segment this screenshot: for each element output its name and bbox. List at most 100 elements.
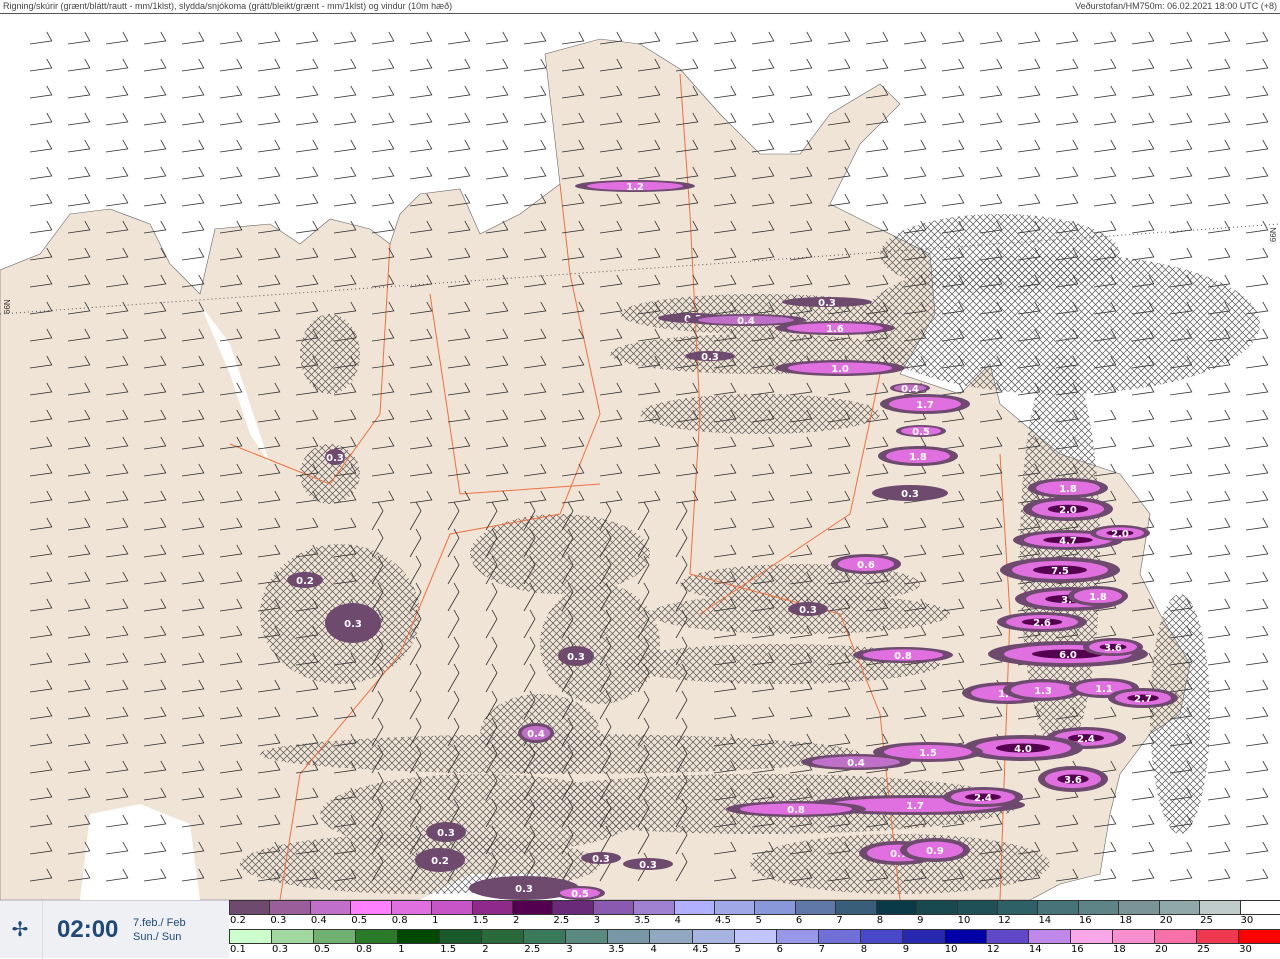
precip-cell[interactable]: 0.4: [801, 754, 911, 770]
rain-legend-swatch: [901, 929, 945, 944]
snow-legend-swatch: [552, 900, 594, 915]
rain-legend-swatch: [691, 929, 735, 944]
rain-legend-label: 10: [944, 944, 958, 955]
precip-value-label: 0.2: [296, 576, 314, 587]
precip-cell[interactable]: 0.3: [558, 646, 594, 666]
precip-value-label: 7.5: [1051, 566, 1069, 577]
precip-cell[interactable]: 0.9: [900, 838, 970, 862]
precip-cell[interactable]: 0.8: [853, 647, 953, 663]
snow-legend-label: 5: [755, 915, 762, 926]
snow-legend-swatch: [875, 900, 918, 915]
weather-map[interactable]: 66N 66N 1.2 0.3 0.3 0.4 1.6 0.3 1.0 1.7 0.5 1.8 0.…: [0, 14, 1280, 900]
snow-legend-swatch: [714, 900, 756, 915]
precip-value-label: 1.1: [1095, 684, 1113, 695]
precip-cell[interactable]: 1.8: [1028, 478, 1108, 498]
rain-legend-swatch: [397, 929, 441, 944]
precip-cell[interactable]: 2.7: [1108, 688, 1178, 708]
rain-legend-label: 12: [986, 944, 1000, 955]
snow-legend-swatch: [431, 900, 473, 915]
snow-legend-swatch: [350, 900, 392, 915]
snow-legend-swatch: [229, 900, 271, 915]
snow-legend-label: 10: [957, 915, 971, 926]
rain-legend-swatch: [355, 929, 399, 944]
rain-legend-swatch: [1154, 929, 1198, 944]
rain-legend-swatch: [523, 929, 567, 944]
snow-legend-swatch: [673, 900, 716, 915]
latitude-label-right: 66N: [1269, 227, 1278, 242]
rain-legend-label: 2: [482, 944, 489, 955]
color-legend: 0.2 0.3 0.4 0.5 0.8 1 1.5 2 2.5 3 3.5 4 4.5 5 6 7 8 9 10 12…: [229, 900, 1280, 958]
precip-cell[interactable]: 0.4: [518, 723, 554, 743]
precip-cell[interactable]: 0.3: [788, 602, 828, 616]
hatch-area: [1150, 594, 1210, 834]
precip-cell[interactable]: 2.0: [1090, 525, 1150, 541]
precip-cell[interactable]: 3.6: [1083, 638, 1143, 656]
precip-value-label: 0.4: [737, 316, 755, 327]
precip-value-label: 2.6: [1033, 618, 1051, 629]
snow-legend-swatch: [794, 900, 837, 915]
precip-cell[interactable]: 7.5: [1000, 557, 1120, 583]
precip-cell[interactable]: 1.7: [880, 394, 970, 414]
rain-legend-label: 25: [1197, 944, 1210, 955]
precip-cell[interactable]: 0.8: [726, 801, 866, 817]
precip-cell[interactable]: 1.0: [775, 360, 905, 376]
rain-legend-swatch: [313, 929, 357, 944]
rain-legend-swatch: [1196, 929, 1240, 944]
precip-cell[interactable]: 3.6: [1038, 766, 1108, 792]
snow-legend-label: 7: [836, 915, 843, 926]
precip-value-label: 2.7: [1134, 694, 1152, 705]
precip-value-label: 0.3: [592, 854, 610, 865]
snow-legend-swatch: [511, 900, 554, 915]
precip-value-label: 1.5: [919, 748, 937, 759]
precip-cell[interactable]: 1.6: [775, 321, 895, 335]
snow-legend-label: 25: [1200, 915, 1213, 926]
snow-legend-swatch: [997, 900, 1039, 915]
precip-cell[interactable]: 0.2: [415, 848, 465, 872]
snow-legend-label: 3: [593, 915, 601, 926]
precip-value-label: 0.5: [912, 427, 930, 438]
precip-cell[interactable]: 0.3: [426, 822, 466, 842]
time-panel: ✢ 02:00 7.feb./ Feb Sun./ Sun: [0, 900, 229, 959]
precip-cell[interactable]: 2.4: [943, 787, 1023, 807]
map-title: Rigning/skúrir (grænt/blátt/rautt - mm/1…: [3, 1, 453, 11]
snow-legend-swatch: [916, 900, 958, 915]
hatch-area: [540, 584, 660, 704]
rain-legend-label: 18: [1112, 944, 1126, 955]
rain-legend-labels: 0.1 0.3 0.5 0.8 1 1.5 2 2.5 3 3.5 4 4.5 5 6 7 8 9 10 12 14 1…: [229, 944, 1280, 958]
snow-legend-swatch: [390, 900, 433, 915]
snow-legend-label: 0.2: [230, 915, 246, 926]
precip-cell[interactable]: 0.3: [325, 603, 381, 643]
precip-cell[interactable]: 2.0: [1023, 497, 1113, 521]
precip-value-label: 6.0: [1059, 650, 1077, 661]
precip-cell[interactable]: 0.6: [831, 554, 901, 574]
rain-legend-swatch: [943, 929, 987, 944]
precip-cell[interactable]: 1.8: [1068, 586, 1128, 606]
rain-legend-label: 14: [1028, 944, 1042, 955]
precip-value-label: 0.3: [818, 298, 836, 309]
precip-cell[interactable]: 0.3: [325, 449, 345, 465]
precip-cell[interactable]: 0.5: [555, 886, 605, 900]
rain-legend-swatches: [229, 929, 1280, 944]
rain-legend-swatch: [817, 929, 861, 944]
rain-legend-label: 4.5: [692, 944, 709, 955]
snow-legend-label: 8: [876, 915, 884, 926]
precip-cell[interactable]: 4.0: [963, 735, 1083, 761]
precip-cell[interactable]: 0.3: [872, 485, 948, 501]
precip-cell[interactable]: 0.2: [287, 572, 323, 588]
wind-rose-icon[interactable]: ✢: [4, 917, 36, 942]
rain-legend-swatch: [271, 929, 315, 944]
rain-legend-label: 20: [1155, 944, 1168, 955]
precip-value-label: 0.3: [901, 489, 919, 500]
forecast-day: Sun./ Sun: [133, 930, 182, 943]
rain-legend-label: 9: [902, 944, 910, 955]
precip-value-label: 0.3: [701, 352, 719, 363]
precip-value-label: 0.3: [639, 860, 657, 871]
snow-legend-label: 3.5: [634, 915, 651, 926]
precip-cell[interactable]: 2.6: [997, 612, 1087, 632]
precip-value-label: 0.3: [799, 605, 817, 616]
precip-cell[interactable]: 1.8: [878, 446, 958, 466]
precip-value-label: 1.6: [826, 324, 844, 335]
precip-value-label: 3.6: [1064, 775, 1082, 786]
snow-legend-swatch: [1118, 900, 1160, 915]
precip-value-label: 0.3: [437, 828, 455, 839]
